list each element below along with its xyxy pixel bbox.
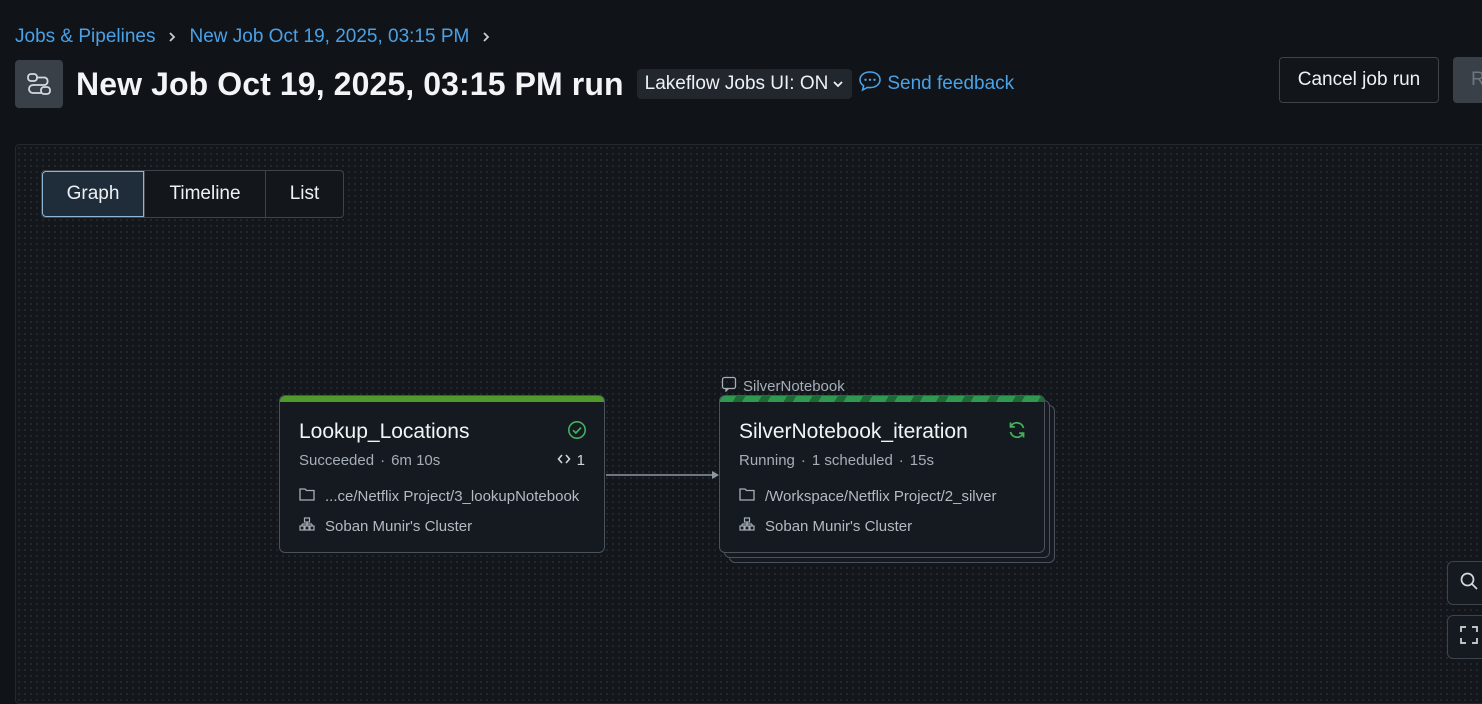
code-icon: [557, 452, 571, 469]
dependency-arrow: [606, 471, 719, 479]
breadcrumb-jobs-pipelines[interactable]: Jobs & Pipelines: [15, 26, 155, 48]
feedback-label: Send feedback: [887, 73, 1015, 94]
repair-run-button[interactable]: R: [1453, 57, 1482, 103]
send-feedback-link[interactable]: Send feedback: [858, 70, 1014, 98]
task-scheduled: 1 scheduled: [811, 452, 893, 469]
breadcrumb: Jobs & Pipelines New Job Oct 19, 2025, 0…: [15, 26, 503, 48]
task-name: SilverNotebook_iteration: [739, 420, 968, 443]
fit-view-button[interactable]: [1447, 615, 1482, 659]
task-path-row: ...ce/Netflix Project/3_lookupNotebook: [299, 487, 579, 505]
task-status: Succeeded: [299, 452, 375, 469]
status-bar: [280, 396, 604, 402]
task-duration: 6m 10s: [391, 452, 441, 469]
zoom-search-button[interactable]: [1447, 561, 1482, 605]
breadcrumb-job[interactable]: New Job Oct 19, 2025, 03:15 PM: [189, 26, 469, 48]
task-path-row: /Workspace/Netflix Project/2_silver: [739, 487, 996, 505]
chevron-down-icon: [832, 73, 844, 95]
graph-canvas[interactable]: Graph Timeline List Lookup_Locations Suc…: [15, 144, 1482, 704]
iteration-count-value: 1: [576, 452, 585, 469]
task-name: Lookup_Locations: [299, 420, 470, 443]
task-node-lookup-locations[interactable]: Lookup_Locations Succeeded · 6m 10s 1 ...c…: [279, 395, 605, 553]
loop-icon: [721, 376, 737, 396]
ui-toggle-label: Lakeflow Jobs UI: ON: [644, 73, 829, 94]
task-cluster: Soban Munir's Cluster: [765, 517, 913, 535]
fullscreen-icon: [1460, 625, 1478, 649]
cancel-job-run-button[interactable]: Cancel job run: [1279, 57, 1439, 103]
chevron-right-icon: [167, 31, 177, 43]
task-duration: 15s: [909, 452, 934, 469]
iteration-count: 1: [557, 452, 585, 469]
tab-timeline[interactable]: Timeline: [144, 171, 265, 217]
group-label-text: SilverNotebook: [743, 377, 845, 395]
task-node-silver-notebook-iteration[interactable]: SilverNotebook_iteration Running · 1 sched…: [719, 395, 1045, 553]
cluster-icon: [299, 517, 315, 535]
job-workflow-icon: [15, 60, 63, 108]
view-tabs: Graph Timeline List: [41, 170, 344, 218]
task-path: ...ce/Netflix Project/3_lookupNotebook: [325, 487, 580, 505]
folder-icon: [739, 487, 755, 505]
check-circle-icon: [567, 420, 587, 445]
task-cluster: Soban Munir's Cluster: [325, 517, 473, 535]
task-cluster-row: Soban Munir's Cluster: [739, 517, 912, 535]
status-bar: [720, 396, 1044, 402]
chat-bubble-icon: [858, 70, 882, 98]
task-meta: Succeeded · 6m 10s: [299, 452, 441, 469]
task-status: Running: [739, 452, 795, 469]
tab-graph[interactable]: Graph: [42, 171, 144, 217]
task-meta: Running · 1 scheduled · 15s: [739, 452, 934, 469]
refresh-icon: [1007, 420, 1027, 445]
task-cluster-row: Soban Munir's Cluster: [299, 517, 472, 535]
page-header: New Job Oct 19, 2025, 03:15 PM run Lakef…: [15, 60, 1014, 108]
lakeflow-ui-toggle[interactable]: Lakeflow Jobs UI: ON: [636, 69, 853, 99]
cluster-icon: [739, 517, 755, 535]
tab-list[interactable]: List: [265, 171, 343, 217]
folder-icon: [299, 487, 315, 505]
search-icon: [1459, 571, 1479, 596]
page-title: New Job Oct 19, 2025, 03:15 PM run: [76, 65, 624, 102]
chevron-right-icon: [481, 31, 491, 43]
for-each-group-label: SilverNotebook: [721, 376, 845, 396]
task-path: /Workspace/Netflix Project/2_silver: [765, 487, 997, 505]
